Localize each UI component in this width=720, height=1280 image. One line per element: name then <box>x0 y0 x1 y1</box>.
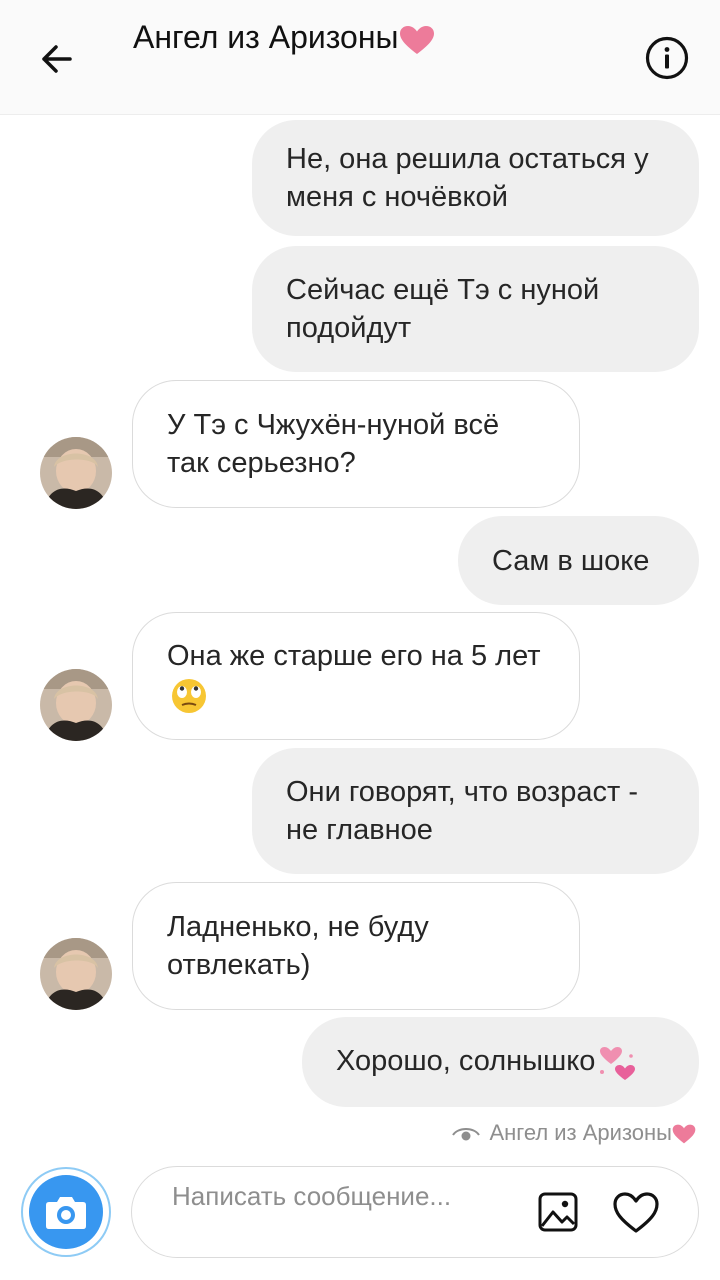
message-text: У Тэ с Чжухён-нуной всё так серьезно? <box>167 409 500 479</box>
camera-icon <box>46 1197 86 1229</box>
message-text: Сам в шоке <box>492 544 650 577</box>
info-icon[interactable] <box>644 35 690 81</box>
seen-by-text: Ангел из Аризоны <box>489 1120 696 1146</box>
camera-button[interactable] <box>21 1167 111 1257</box>
message-outgoing[interactable]: Сам в шоке <box>458 516 699 605</box>
avatar[interactable] <box>40 669 112 741</box>
two-hearts-emoji-icon <box>600 1046 636 1080</box>
message-text: Хорошо, солнышко <box>336 1042 637 1081</box>
eye-roll-emoji-icon <box>172 678 206 713</box>
eye-icon <box>452 1128 481 1141</box>
message-text: Сейчас ещё Тэ с нуной подойдут <box>286 274 600 344</box>
heart-icon[interactable] <box>612 1191 660 1235</box>
message-incoming[interactable]: У Тэ с Чжухён-нуной всё так серьезно? <box>132 380 580 508</box>
message-incoming[interactable]: Ладненько, не буду отвлекать) <box>132 882 580 1010</box>
message-text: Не, она решила остаться у меня с ночёвко… <box>286 143 649 213</box>
seen-indicator: Ангел из Аризоны <box>451 1120 696 1146</box>
message-outgoing[interactable]: Сейчас ещё Тэ с нуной подойдут <box>252 246 699 372</box>
message-outgoing[interactable]: Не, она решила остаться у меня с ночёвко… <box>252 120 699 236</box>
message-input-placeholder: Написать сообщение... <box>172 1181 452 1211</box>
avatar[interactable] <box>40 437 112 509</box>
camera-icon-wrap <box>29 1175 103 1249</box>
pink-heart-icon <box>399 25 434 54</box>
avatar[interactable] <box>40 938 112 1010</box>
message-text: Она же старше его на 5 лет <box>167 637 545 714</box>
image-icon[interactable] <box>538 1192 578 1232</box>
chat-title-text: Ангел из Аризоны <box>133 19 399 55</box>
message-input[interactable]: Написать сообщение... <box>131 1166 699 1258</box>
chat-header: Ангел из Аризоны <box>0 0 720 115</box>
message-outgoing[interactable]: Они говорят, что возраст - не главное <box>252 748 699 874</box>
pink-heart-icon <box>672 1124 696 1144</box>
message-incoming[interactable]: Она же старше его на 5 лет <box>132 612 580 740</box>
message-text: Они говорят, что возраст - не главное <box>286 776 638 846</box>
chat-title[interactable]: Ангел из Аризоны <box>133 18 453 57</box>
message-text: Ладненько, не буду отвлекать) <box>167 911 429 981</box>
message-outgoing[interactable]: Хорошо, солнышко <box>302 1017 699 1107</box>
arrow-left-icon[interactable] <box>34 36 80 82</box>
